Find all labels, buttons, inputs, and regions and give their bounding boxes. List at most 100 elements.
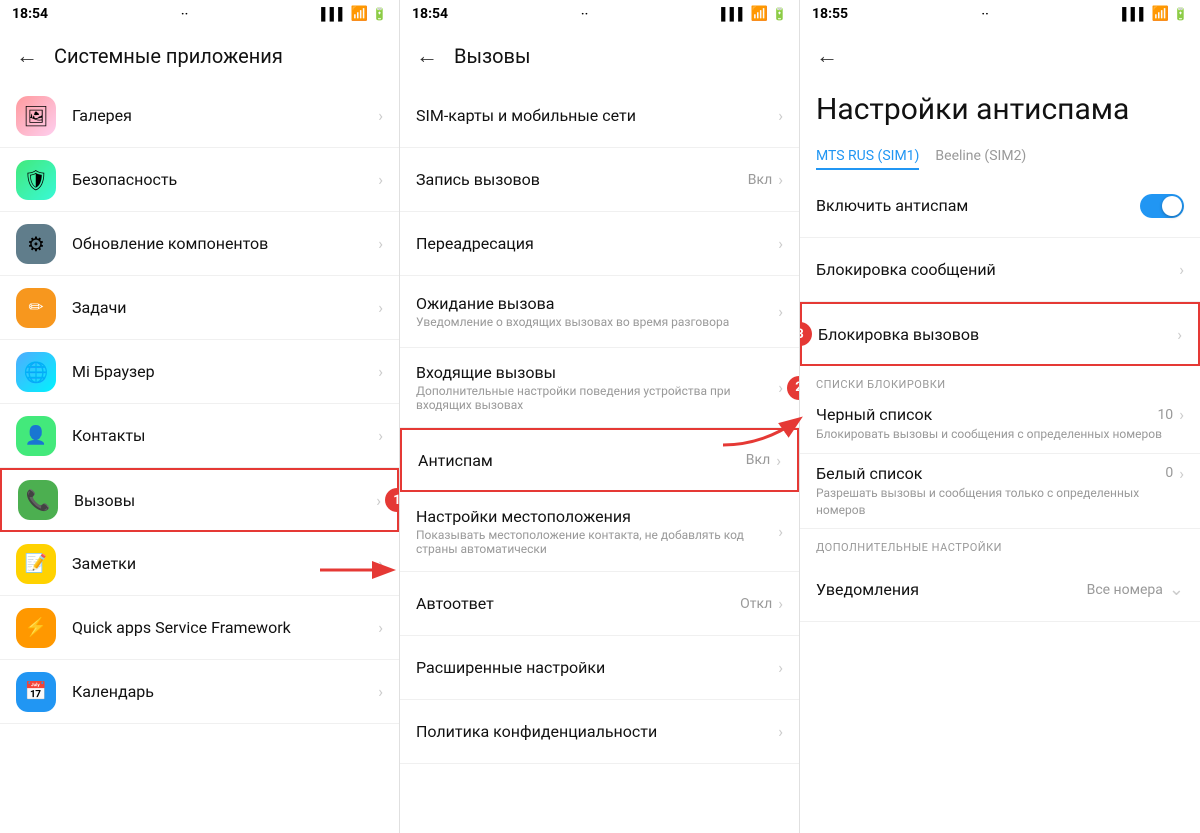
battery-middle: 🔋 xyxy=(772,7,787,21)
middle-title: Вызовы xyxy=(454,44,531,68)
block-calls-chevron: › xyxy=(1177,325,1182,344)
list-item-notes[interactable]: 📝 Заметки › xyxy=(0,532,399,596)
gallery-label: Галерея xyxy=(72,106,378,125)
badge-2: 2 xyxy=(787,376,799,400)
antispam-value: Вкл xyxy=(746,452,770,468)
list-item-security[interactable]: 🛡 Безопасность › xyxy=(0,148,399,212)
block-calls-label: Блокировка вызовов xyxy=(818,325,1177,344)
quickapps-label: Quick apps Service Framework xyxy=(72,618,378,637)
block-messages-chevron: › xyxy=(1179,260,1184,279)
calls-label: Вызовы xyxy=(74,491,376,510)
signal-icon-right: ▌▌▌ xyxy=(1122,7,1148,21)
list-item-tasks[interactable]: ✏ Задачи › xyxy=(0,276,399,340)
list-item-autoanswer[interactable]: Автоответ Откл › xyxy=(400,572,799,636)
blacklist-count: 10 xyxy=(1157,407,1173,423)
calendar-chevron: › xyxy=(378,682,383,701)
autoanswer-chevron: › xyxy=(778,594,783,613)
quickapps-chevron: › xyxy=(378,618,383,637)
waiting-text: Ожидание вызова Уведомление о входящих в… xyxy=(416,294,778,329)
middle-list: SIM-карты и мобильные сети › Запись вызо… xyxy=(400,84,799,833)
list-item-contacts[interactable]: 👤 Контакты › xyxy=(0,404,399,468)
sim-tab-1[interactable]: MTS RUS (SIM1) xyxy=(816,148,919,170)
block-messages-label: Блокировка сообщений xyxy=(816,260,1179,279)
notifications-label: Уведомления xyxy=(816,580,1087,599)
list-item-update[interactable]: ⚙ Обновление компонентов › xyxy=(0,212,399,276)
blacklist-title: Черный список xyxy=(816,405,932,424)
list-item-forward[interactable]: Переадресация › xyxy=(400,212,799,276)
browser-icon: 🌐 xyxy=(16,352,56,392)
sim-tabs: MTS RUS (SIM1) Beeline (SIM2) xyxy=(800,140,1200,174)
advanced-chevron: › xyxy=(778,658,783,677)
tasks-icon: ✏ xyxy=(16,288,56,328)
list-item-location[interactable]: Настройки местоположения Показывать мест… xyxy=(400,492,799,572)
security-chevron: › xyxy=(378,170,383,189)
list-item-whitelist[interactable]: Белый список 0 › Разрешать вызовы и сооб… xyxy=(800,454,1200,530)
update-icon: ⚙ xyxy=(16,224,56,264)
record-value: Вкл xyxy=(748,172,772,188)
list-item-block-calls[interactable]: Блокировка вызовов › 3 xyxy=(800,302,1200,366)
right-content: Настройки антиспама MTS RUS (SIM1) Beeli… xyxy=(800,84,1200,833)
list-item-waiting[interactable]: Ожидание вызова Уведомление о входящих в… xyxy=(400,276,799,348)
location-label: Настройки местоположения xyxy=(416,507,778,526)
forward-label: Переадресация xyxy=(416,234,778,253)
location-text: Настройки местоположения Показывать мест… xyxy=(416,507,778,556)
tasks-chevron: › xyxy=(378,298,383,317)
tasks-label: Задачи xyxy=(72,298,378,317)
dots-right: ·· xyxy=(981,7,988,22)
waiting-label: Ожидание вызова xyxy=(416,294,778,313)
location-subtitle: Показывать местоположение контакта, не д… xyxy=(416,528,778,556)
signal-icon-middle: ▌▌▌ xyxy=(721,7,747,21)
section-blocklist: СПИСКИ БЛОКИРОВКИ xyxy=(800,366,1200,395)
time-middle: 18:54 xyxy=(412,6,448,22)
notifications-chevron: ⌄ xyxy=(1169,579,1184,600)
list-item-privacy[interactable]: Политика конфиденциальности › xyxy=(400,700,799,764)
calendar-label: Календарь xyxy=(72,682,378,701)
list-item-notifications[interactable]: Уведомления Все номера ⌄ xyxy=(800,558,1200,622)
list-item-sim[interactable]: SIM-карты и мобильные сети › xyxy=(400,84,799,148)
list-item-calendar[interactable]: 📅 Календарь › xyxy=(0,660,399,724)
right-title: Настройки антиспама xyxy=(800,84,1200,140)
back-button-left[interactable]: ← xyxy=(16,43,38,69)
calls-icon: 📞 xyxy=(18,480,58,520)
contacts-label: Контакты xyxy=(72,426,378,445)
badge-3: 3 xyxy=(800,322,812,346)
antispam-label: Антиспам xyxy=(418,451,746,470)
antispam-toggle[interactable] xyxy=(1140,194,1184,218)
battery-right: 🔋 xyxy=(1173,7,1188,21)
list-item-advanced[interactable]: Расширенные настройки › xyxy=(400,636,799,700)
dots-middle: ·· xyxy=(581,7,588,22)
back-button-right[interactable]: ← xyxy=(816,43,838,69)
list-item-browser[interactable]: 🌐 Mi Браузер › xyxy=(0,340,399,404)
browser-chevron: › xyxy=(378,362,383,381)
sim-tab-2[interactable]: Beeline (SIM2) xyxy=(935,148,1026,170)
list-item-incoming[interactable]: Входящие вызовы Дополнительные настройки… xyxy=(400,348,799,428)
back-button-middle[interactable]: ← xyxy=(416,43,438,69)
left-header: ← Системные приложения xyxy=(0,28,399,84)
right-header: ← xyxy=(800,28,1200,84)
list-item-blacklist[interactable]: Черный список 10 › Блокировать вызовы и … xyxy=(800,395,1200,454)
status-icons-left: ▌▌▌ 📶 🔋 xyxy=(321,6,387,22)
section-additional: ДОПОЛНИТЕЛЬНЫЕ НАСТРОЙКИ xyxy=(800,529,1200,558)
waiting-chevron: › xyxy=(778,302,783,321)
middle-header: ← Вызовы xyxy=(400,28,799,84)
list-item-gallery[interactable]: 🖼 Галерея › xyxy=(0,84,399,148)
wifi-icon-right: 📶 xyxy=(1152,6,1169,22)
browser-label: Mi Браузер xyxy=(72,362,378,381)
contacts-chevron: › xyxy=(378,426,383,445)
blacklist-chevron: › xyxy=(1179,405,1184,424)
sim-chevron: › xyxy=(778,106,783,125)
notes-label: Заметки xyxy=(72,554,378,573)
list-item-block-messages[interactable]: Блокировка сообщений › xyxy=(800,238,1200,302)
list-item-quickapps[interactable]: ⚡ Quick apps Service Framework › xyxy=(0,596,399,660)
whitelist-subtitle: Разрешать вызовы и сообщения только с оп… xyxy=(816,485,1184,519)
notes-icon: 📝 xyxy=(16,544,56,584)
wifi-icon-middle: 📶 xyxy=(751,6,768,22)
autoanswer-label: Автоответ xyxy=(416,594,740,613)
list-item-record[interactable]: Запись вызовов Вкл › xyxy=(400,148,799,212)
list-item-calls[interactable]: 📞 Вызовы › 1 xyxy=(0,468,399,532)
signal-icon-left: ▌▌▌ xyxy=(321,7,347,21)
list-item-antispam[interactable]: Антиспам Вкл › xyxy=(400,428,799,492)
sim-label: SIM-карты и мобильные сети xyxy=(416,106,778,125)
time-right: 18:55 xyxy=(812,6,848,22)
incoming-text: Входящие вызовы Дополнительные настройки… xyxy=(416,363,778,412)
